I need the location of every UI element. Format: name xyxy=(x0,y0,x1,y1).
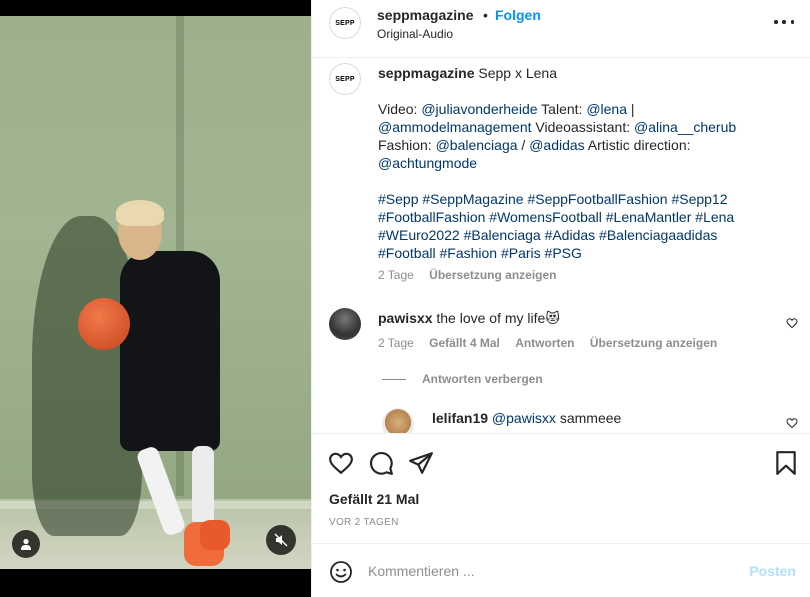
mention-link[interactable]: @ammodelmanagement xyxy=(378,119,532,135)
speaker-muted-icon xyxy=(274,533,288,547)
caption-text: seppmagazine Sepp x Lena Video: @juliavo… xyxy=(378,65,737,261)
paper-plane-icon[interactable] xyxy=(408,450,434,476)
timestamp[interactable]: 2 Tage xyxy=(378,336,414,350)
post-details: SEPP seppmagazine • Folgen Original-Audi… xyxy=(311,0,810,597)
tagged-users-button[interactable] xyxy=(12,530,40,558)
translate-button[interactable]: Übersetzung anzeigen xyxy=(429,268,556,282)
username-link[interactable]: seppmagazine xyxy=(377,7,473,23)
comment-meta: 2 Tage Gefällt 4 Mal Antworten Übersetzu… xyxy=(378,336,729,350)
audio-link[interactable]: Original-Audio xyxy=(377,27,453,41)
hashtag-link[interactable]: #FootballFashion xyxy=(378,209,485,225)
heart-icon[interactable] xyxy=(328,450,354,476)
heart-icon[interactable] xyxy=(786,317,798,329)
hashtag-link[interactable]: #Adidas xyxy=(545,227,596,243)
hashtag-link[interactable]: #WEuro2022 xyxy=(378,227,460,243)
comments-scroll-area[interactable]: SEPP seppmagazine Sepp x Lena Video: @ju… xyxy=(312,58,810,434)
bookmark-icon[interactable] xyxy=(773,450,799,476)
mention-link[interactable]: @lena xyxy=(586,101,627,117)
hashtag-link[interactable]: #Football xyxy=(378,245,436,261)
avatar[interactable]: SEPP xyxy=(329,7,361,39)
comment-text: lelifan19 @pawisxx sammeee xyxy=(432,410,622,426)
mention-link[interactable]: @adidas xyxy=(529,137,584,153)
hide-replies-button[interactable]: Antworten verbergen xyxy=(382,372,543,386)
comment-username[interactable]: pawisxx xyxy=(378,310,432,326)
post-button[interactable]: Posten xyxy=(749,563,796,579)
hashtag-link[interactable]: #PSG xyxy=(545,245,582,261)
football xyxy=(78,298,130,350)
avatar[interactable] xyxy=(329,308,361,340)
hashtag-link[interactable]: #Lena xyxy=(695,209,734,225)
add-comment-bar: Posten xyxy=(312,544,810,597)
likes-count[interactable]: Gefällt 4 Mal xyxy=(429,336,500,350)
more-dots-icon[interactable] xyxy=(774,20,794,26)
timestamp[interactable]: 2 Tage xyxy=(378,268,414,282)
follow-button[interactable]: Folgen xyxy=(495,7,541,23)
hashtag-link[interactable]: #Paris xyxy=(501,245,541,261)
comment-username[interactable]: lelifan19 xyxy=(432,410,488,426)
likes-count[interactable]: Gefällt 21 Mal xyxy=(329,491,419,507)
comment-icon[interactable] xyxy=(368,450,394,476)
mention-link[interactable]: @achtungmode xyxy=(378,155,477,171)
comment-input[interactable] xyxy=(368,559,728,583)
avatar[interactable] xyxy=(382,408,414,433)
post-header: SEPP seppmagazine • Folgen Original-Audi… xyxy=(312,0,810,58)
video-frame[interactable] xyxy=(0,16,311,569)
avatar[interactable]: SEPP xyxy=(329,63,361,95)
translate-button[interactable]: Übersetzung anzeigen xyxy=(590,336,717,350)
hashtag-link[interactable]: #Balenciagaadidas xyxy=(599,227,717,243)
hashtag-link[interactable]: #SeppFootballFashion xyxy=(527,191,667,207)
hashtag-link[interactable]: #LenaMantler xyxy=(606,209,692,225)
mute-button[interactable] xyxy=(266,525,296,555)
caption-username[interactable]: seppmagazine xyxy=(378,65,474,81)
heart-icon[interactable] xyxy=(786,417,798,429)
action-bar: Gefällt 21 Mal VOR 2 TAGEN xyxy=(312,434,810,544)
comment-text: pawisxx the love of my life😻 xyxy=(378,310,560,326)
mention-link[interactable]: @balenciaga xyxy=(436,137,518,153)
post-media[interactable] xyxy=(0,0,311,597)
post-age[interactable]: VOR 2 TAGEN xyxy=(329,517,399,528)
mention-link[interactable]: @alina__cherub xyxy=(634,119,736,135)
mention-link[interactable]: @pawisxx xyxy=(492,410,556,426)
hashtag-link[interactable]: #SeppMagazine xyxy=(422,191,523,207)
separator-dot: • xyxy=(483,7,488,23)
hashtag-link[interactable]: #WomensFootball xyxy=(489,209,602,225)
smiley-icon[interactable] xyxy=(329,560,353,584)
hashtag-link[interactable]: #Sepp xyxy=(378,191,418,207)
reply-button[interactable]: Antworten xyxy=(515,336,574,350)
hashtag-link[interactable]: #Balenciaga xyxy=(464,227,541,243)
caption-meta: 2 Tage Übersetzung anzeigen xyxy=(378,268,557,282)
user-icon xyxy=(21,538,31,550)
hashtag-link[interactable]: #Sepp12 xyxy=(671,191,727,207)
mention-link[interactable]: @juliavonderheide xyxy=(421,101,537,117)
hashtag-link[interactable]: #Fashion xyxy=(439,245,497,261)
